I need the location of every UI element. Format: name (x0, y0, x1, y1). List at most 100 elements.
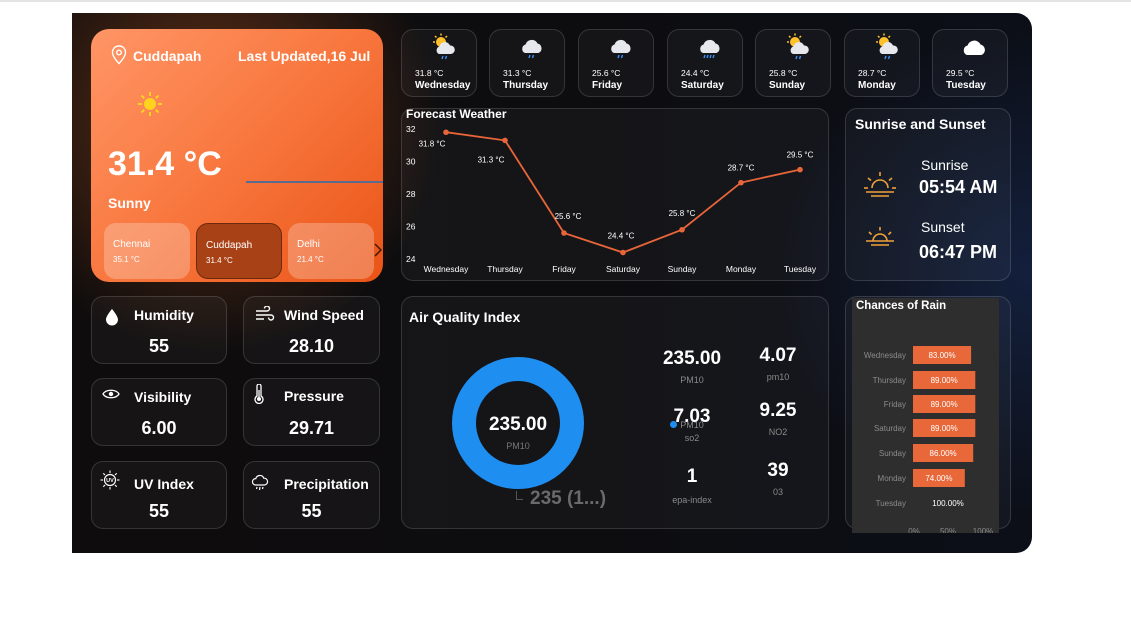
rain-bar-label: 89.00% (931, 424, 958, 433)
day-name: Monday (858, 80, 896, 91)
metric-value: 29.71 (288, 418, 335, 438)
day-card-wednesday[interactable]: 31.8 °C Wednesday (401, 29, 477, 97)
rain-x-tick: 0% (908, 527, 920, 533)
metric-label: Humidity (134, 307, 194, 323)
last-updated: Last Updated,16 Jul (238, 48, 371, 64)
forecast-card: Forecast Weather 32 30 28 26 24 31.8 °C Wednes… (401, 107, 829, 281)
sunrise-time: 05:54 AM (919, 177, 998, 197)
x-tick-label: Friday (552, 264, 576, 274)
forecast-point (502, 137, 508, 144)
cloud-rain-icon (611, 39, 631, 59)
day-card-thursday[interactable]: 31.3 °C Thursday (489, 29, 565, 97)
divider-line (246, 181, 383, 183)
day-temp: 29.5 °C (946, 68, 975, 78)
day-name: Sunday (769, 80, 806, 91)
location-card: Cuddapah Last Updated,16 Jul 31.4 °C Sun… (91, 29, 383, 282)
aqi-pm10-value: 235.00 (662, 348, 722, 369)
x-tick-label: Wednesday (424, 264, 469, 274)
leader-line (516, 491, 523, 500)
cloud-icon (963, 40, 985, 55)
forecast-point (561, 230, 567, 236)
city-chip-cuddapah[interactable]: Cuddapah 31.4 °C (196, 223, 282, 279)
day-card-saturday[interactable]: 24.4 °C Saturday (667, 29, 743, 97)
eye-icon (102, 389, 120, 399)
aqi-no2-label: NO2 (768, 427, 788, 437)
aqi-o3-value: 39 (767, 460, 789, 481)
droplet-icon (106, 309, 118, 326)
aqi-below-label: 235 (1...) (530, 488, 607, 509)
current-temperature: 31.4 °C (108, 145, 222, 183)
rain-day-label: Wednesday (864, 351, 906, 360)
y-tick-label: 32 (406, 124, 416, 134)
sun-cloud-rain-icon (787, 33, 809, 60)
chip-temp: 35.1 °C (113, 255, 140, 264)
precipitation-card: Precipitation 55 (243, 461, 380, 529)
forecast-data-label: 28.7 °C (728, 164, 755, 173)
air-quality-card: Air Quality Index 235.00 PM10 235 (1...)… (401, 296, 829, 529)
metric-value: 55 (148, 336, 170, 356)
chevron-right-icon[interactable] (374, 243, 382, 257)
current-condition: Sunny (108, 195, 151, 211)
cloud-heavy-rain-icon (700, 39, 720, 59)
rain-day-label: Tuesday (876, 499, 906, 508)
wind-speed-card: Wind Speed 28.10 (243, 296, 380, 364)
forecast-point (679, 226, 685, 233)
sun-title: Sunrise and Sunset (855, 116, 986, 132)
y-tick-label: 30 (406, 157, 416, 167)
sunset-time: 06:47 PM (919, 242, 998, 262)
day-temp: 28.7 °C (858, 68, 887, 78)
aqi-center-label: PM10 (506, 441, 530, 451)
day-card-friday[interactable]: 25.6 °C Friday (578, 29, 654, 97)
aqi-title: Air Quality Index (409, 309, 521, 325)
rain-day-label: Saturday (874, 424, 906, 433)
y-tick-label: 26 (406, 222, 416, 232)
aqi-overlap-label: PM10 (680, 420, 704, 430)
metric-label: Pressure (284, 388, 344, 404)
chip-name: Delhi (297, 239, 320, 250)
rain-bar-label: 89.00% (931, 376, 958, 385)
sun-icon (138, 92, 162, 116)
rain-bar-label: 100.00% (932, 499, 964, 508)
day-card-monday[interactable]: 28.7 °C Monday (844, 29, 920, 97)
metric-label: UV Index (134, 476, 194, 492)
rain-bar-label: 83.00% (928, 351, 955, 360)
day-card-sunday[interactable]: 25.8 °C Sunday (755, 29, 831, 97)
day-temp: 31.3 °C (503, 68, 532, 78)
day-name: Wednesday (415, 80, 471, 91)
forecast-point (797, 166, 803, 173)
city-chip-delhi[interactable]: Delhi 21.4 °C (288, 223, 374, 279)
forecast-data-label: 24.4 °C (608, 232, 635, 241)
metric-value: 6.00 (141, 418, 177, 438)
y-tick-label: 28 (406, 189, 416, 199)
forecast-data-label: 25.6 °C (555, 212, 582, 221)
x-tick-label: Sunday (668, 264, 698, 274)
sun-cloud-rain-icon (433, 33, 455, 60)
pressure-card: Pressure 29.71 (243, 378, 380, 446)
forecast-data-label: 31.3 °C (478, 155, 505, 164)
sun-card: Sunrise and Sunset Sunrise 05:54 AM Suns… (845, 108, 1011, 281)
x-tick-label: Thursday (487, 264, 523, 274)
day-temp: 31.8 °C (415, 68, 444, 78)
aqi-no2-value: 9.25 (759, 400, 797, 421)
day-temp: 25.6 °C (592, 68, 621, 78)
chip-temp: 21.4 °C (297, 255, 324, 264)
x-tick-label: Monday (726, 264, 757, 274)
cloud-drizzle-icon (251, 474, 269, 491)
rain-day-label: Thursday (873, 376, 906, 385)
day-name: Saturday (681, 80, 724, 91)
visibility-card: Visibility 6.00 (91, 378, 227, 446)
day-name: Friday (592, 80, 623, 91)
aqi-o3-label: 03 (772, 487, 783, 497)
rain-day-label: Sunday (879, 449, 906, 458)
y-tick-label: 24 (406, 254, 416, 264)
cloud-rain-icon (522, 39, 542, 59)
metric-label: Visibility (134, 389, 192, 405)
metric-value: 55 (301, 501, 322, 521)
forecast-point (443, 129, 449, 136)
chip-name: Chennai (113, 239, 151, 250)
aqi-center-value: 235.00 (488, 414, 548, 435)
aqi-pm10-label: PM10 (680, 375, 704, 385)
rain-day-label: Monday (878, 474, 906, 483)
city-chip-chennai[interactable]: Chennai 35.1 °C (104, 223, 190, 279)
day-card-tuesday[interactable]: 29.5 °C Tuesday (932, 29, 1008, 97)
